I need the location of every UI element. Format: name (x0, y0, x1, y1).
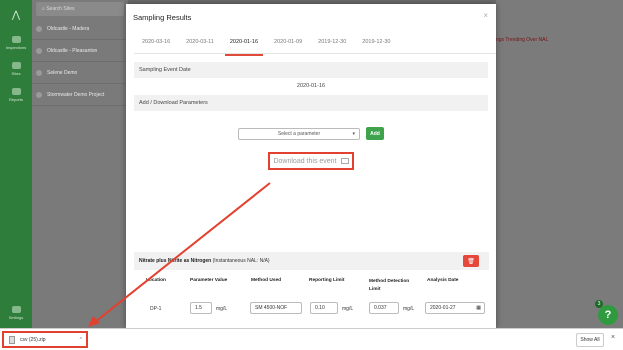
col-location: Location (146, 278, 166, 283)
site-item-label: Oldcastle - Pleasanton (47, 47, 98, 54)
nav-reports-label: Reports (8, 97, 23, 102)
modal-title: Sampling Results (133, 12, 192, 22)
site-item[interactable]: Stormwater Demo Project (32, 84, 128, 106)
download-event-button[interactable]: Download this event (268, 152, 354, 170)
delete-parameter-button[interactable]: 🗑 (463, 255, 479, 267)
trash-icon: 🗑 (467, 258, 475, 265)
download-bar: csv (25).zip ^ Show All × (0, 328, 623, 350)
site-list: ⌕ Search Sites Oldcastle - Madera Oldcas… (32, 0, 128, 350)
download-event-label: Download this event (273, 157, 337, 165)
site-item[interactable]: Oldcastle - Madera (32, 18, 128, 40)
tab-event[interactable]: 2019-12-30 (310, 30, 354, 54)
col-mdl: Method Detection Limit (369, 279, 410, 292)
parameter-value-input[interactable]: 1.5 (190, 302, 212, 314)
tab-event-active[interactable]: 2020-01-16 (222, 30, 266, 56)
event-date-panel: Sampling Event Date 2020-01-16 Add / Dow… (134, 62, 488, 111)
add-parameter-row: Select a parameter ▾ Add (126, 127, 496, 140)
event-tabs: 2020-03-16 2020-03-11 2020-01-16 2020-01… (134, 30, 496, 56)
col-reporting-limit: Reporting Limit (309, 278, 345, 283)
help-badge: 3 (595, 300, 603, 308)
col-analysis-date: Analysis Date (427, 278, 459, 283)
downloaded-file-name: csv (25).zip (20, 336, 46, 343)
col-method-used: Method Used (251, 278, 282, 283)
nav-inspections-label: Inspections (5, 45, 27, 50)
left-nav: ⋀ Inspections Sites Reports Settings (0, 0, 32, 350)
mdl-input[interactable]: 0.037 (369, 302, 399, 314)
site-item[interactable]: Oldcastle - Pleasanton (32, 40, 128, 62)
location-value: DP-1 (150, 306, 162, 312)
tab-event[interactable]: 2020-03-11 (178, 30, 222, 54)
modal-header: Sampling Results × (126, 4, 496, 30)
sampling-results-modal: Sampling Results × 2020-03-16 2020-03-11… (126, 4, 496, 328)
help-icon: ? (604, 309, 612, 321)
site-search-placeholder: Search Sites (46, 6, 75, 12)
nav-inspections[interactable]: Inspections (0, 30, 32, 56)
site-avatar (36, 47, 42, 54)
event-date-label: Sampling Event Date (134, 62, 488, 78)
calendar-icon: ▦ (476, 305, 481, 311)
add-download-label: Add / Download Parameters (134, 95, 488, 111)
site-avatar (36, 25, 42, 32)
analysis-date-value: 2020-01-27 (430, 305, 456, 311)
parameter-header: Nitrate plus Nitrite as Nitrogen (Instan… (134, 252, 489, 270)
site-avatar (36, 91, 42, 98)
site-avatar (36, 69, 42, 76)
chevron-down-icon: ▾ (352, 130, 355, 137)
analysis-date-input[interactable]: 2020-01-27 ▦ (425, 302, 485, 314)
nal-alert-text: ngs Trending Over NAL (496, 37, 549, 43)
method-select[interactable]: SM 4500-NOF (250, 302, 302, 314)
nav-sites[interactable]: Sites (0, 56, 32, 82)
tab-event[interactable]: 2020-01-09 (266, 30, 310, 54)
site-item-label: Oldcastle - Madera (47, 25, 90, 32)
tab-event[interactable]: 2019-12-30 (354, 30, 398, 54)
show-all-button[interactable]: Show All (576, 333, 604, 347)
close-icon[interactable]: × (611, 334, 615, 341)
site-item-label: Selene Demo (47, 69, 78, 76)
parameter-select[interactable]: Select a parameter ▾ (238, 127, 360, 140)
nav-reports[interactable]: Reports (0, 82, 32, 108)
close-icon[interactable]: × (483, 11, 488, 20)
add-parameter-button[interactable]: Add (366, 127, 384, 140)
downloaded-file-item[interactable]: csv (25).zip ^ (2, 331, 88, 348)
mdl-unit: mg/L (403, 306, 415, 312)
col-parameter-value: Parameter Value (190, 278, 228, 283)
app-logo[interactable]: ⋀ (0, 0, 32, 30)
tab-event[interactable]: 2020-03-16 (134, 30, 178, 54)
nav-settings[interactable]: Settings (0, 300, 32, 326)
file-icon (9, 335, 15, 344)
parameter-select-value: Select a parameter (277, 130, 321, 137)
site-item-label: Stormwater Demo Project (47, 91, 105, 98)
background-dashboard: ngs Trending Over NAL (496, 0, 623, 350)
nav-settings-label: Settings (8, 315, 24, 320)
download-icon (340, 158, 349, 164)
parameter-name: Nitrate plus Nitrite as Nitrogen (139, 258, 212, 264)
reporting-limit-input[interactable]: 0.10 (310, 302, 338, 314)
rl-unit: mg/L (342, 306, 354, 312)
value-unit: mg/L (216, 306, 228, 312)
parameter-nal: (Instantaneous NAL: N/A) (212, 258, 270, 264)
site-search-input[interactable]: ⌕ Search Sites (36, 2, 124, 16)
site-item[interactable]: Selene Demo (32, 62, 128, 84)
nav-sites-label: Sites (11, 71, 21, 76)
chevron-up-icon[interactable]: ^ (80, 337, 82, 343)
help-button[interactable]: ? (598, 305, 618, 325)
event-date-value: 2020-01-16 (296, 83, 326, 89)
